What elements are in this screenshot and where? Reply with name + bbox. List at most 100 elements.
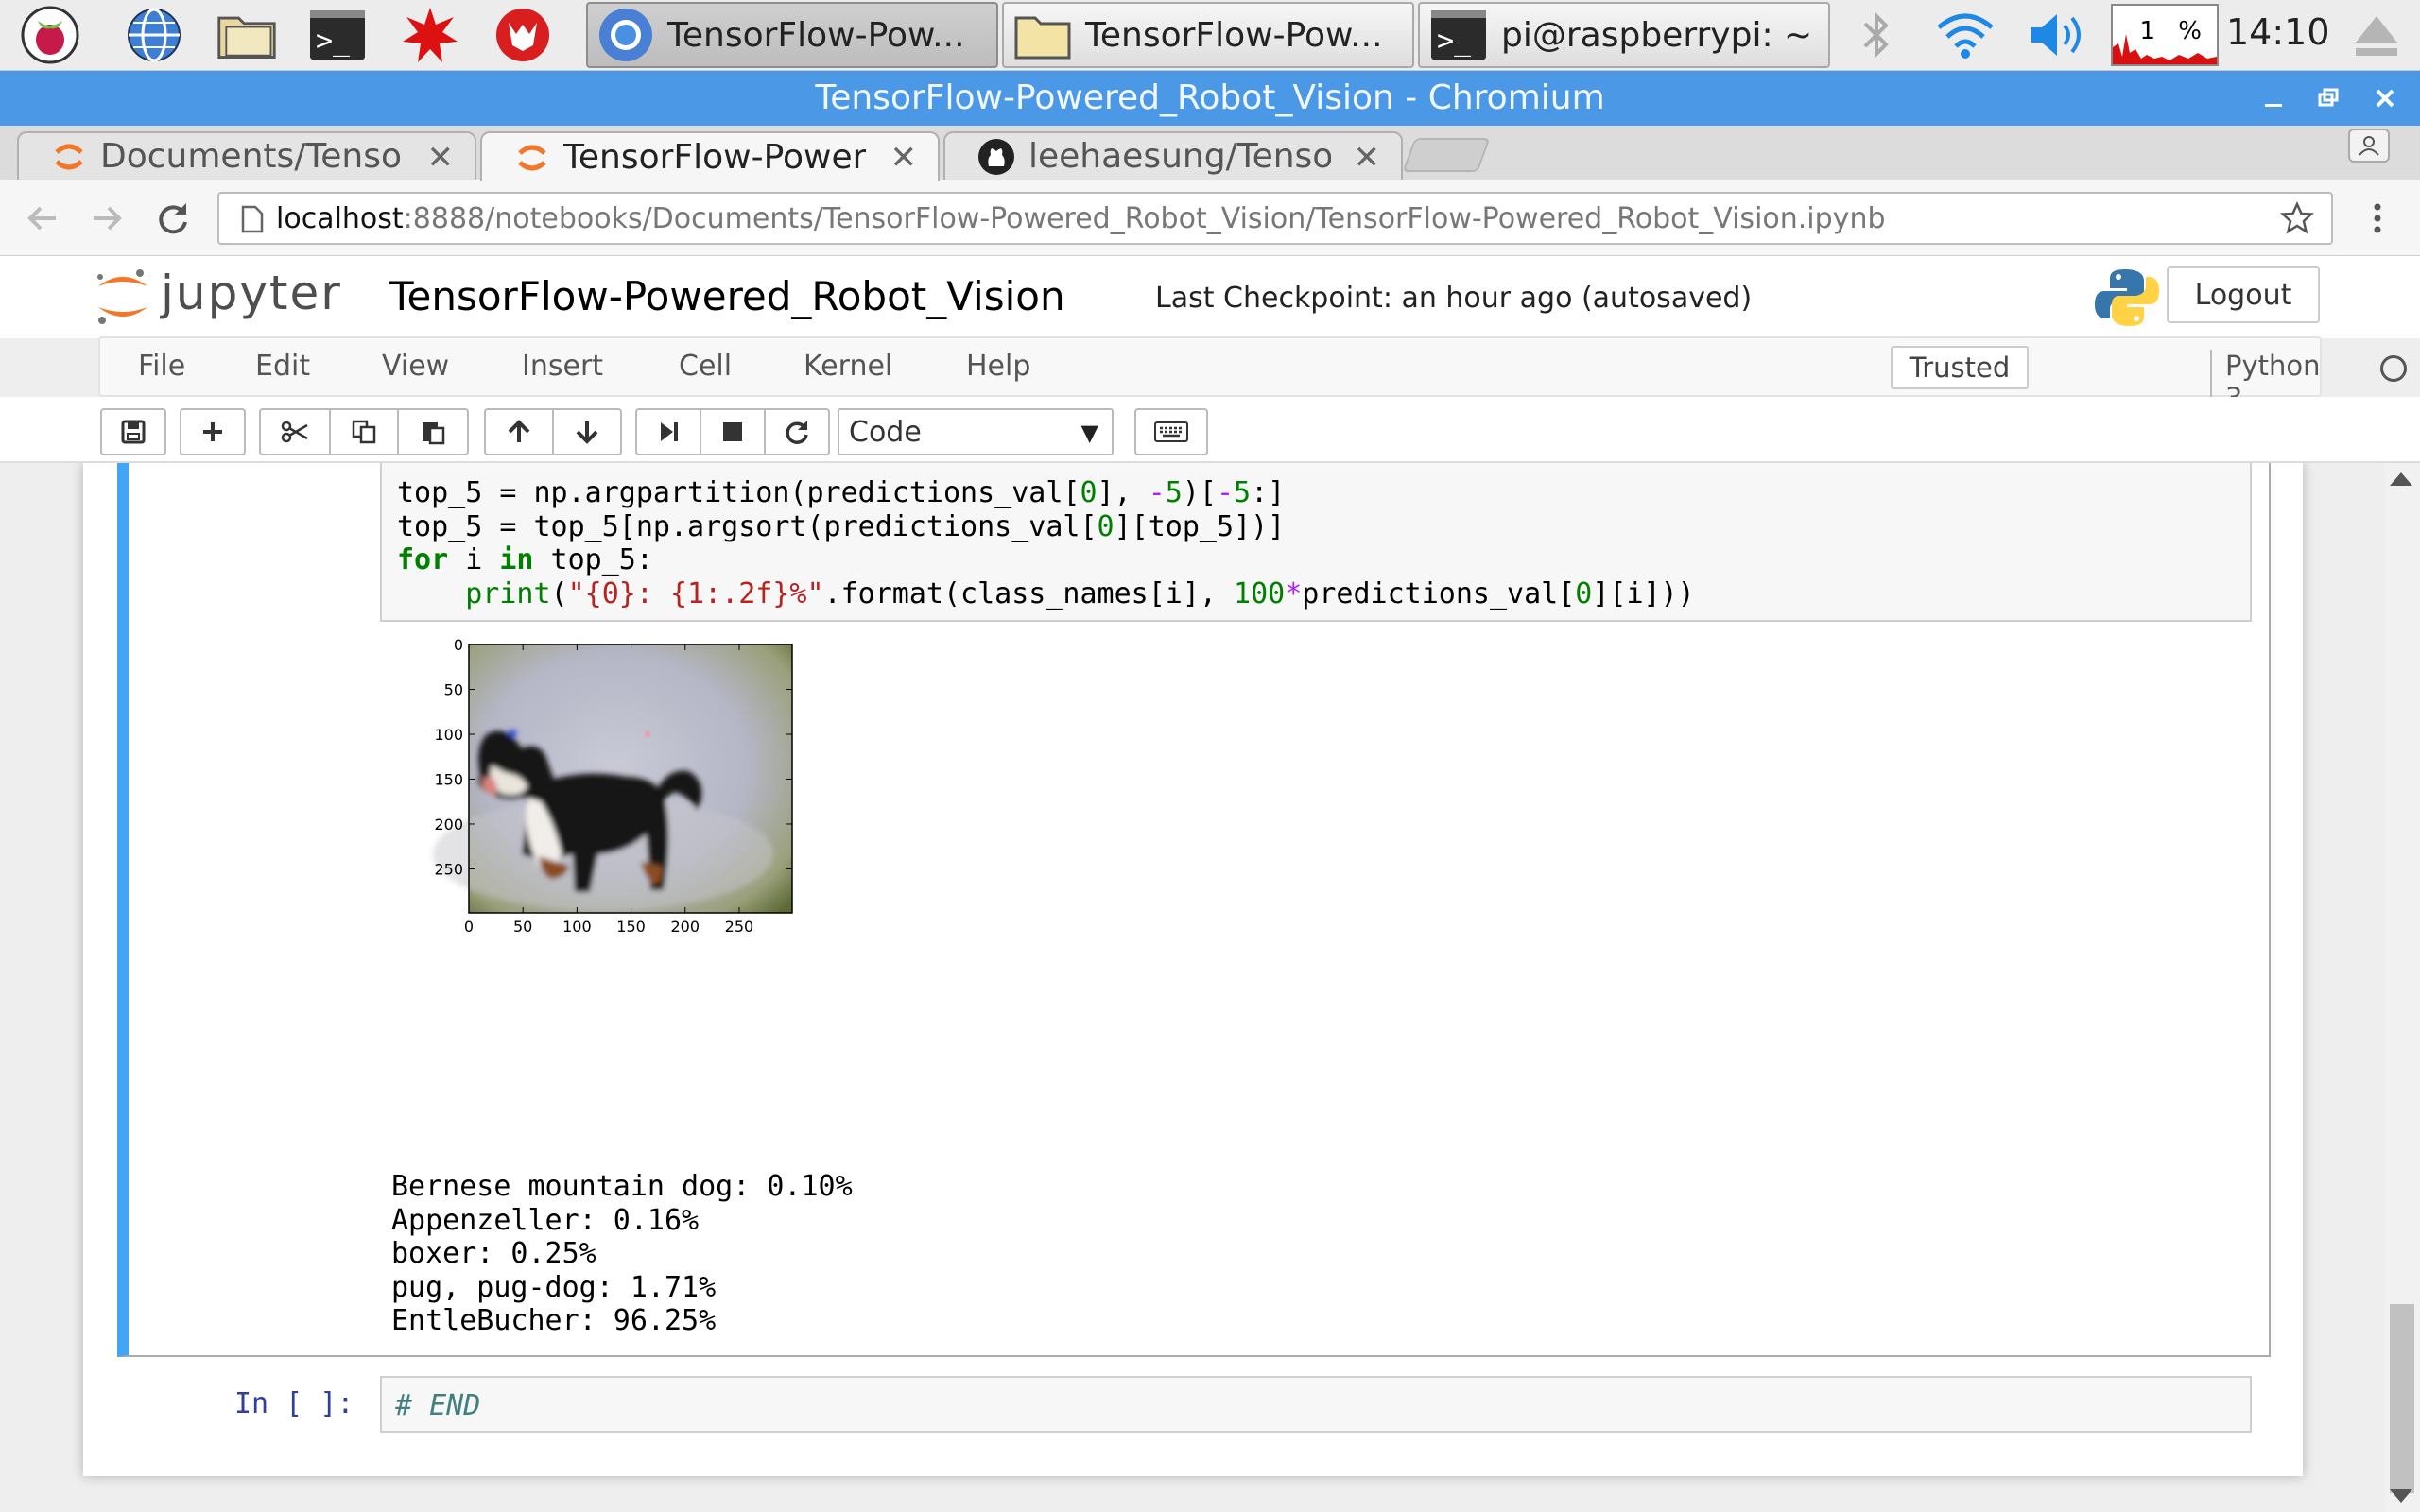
url-host: localhost [276, 201, 404, 235]
window-titlebar[interactable]: TensorFlow-Powered_Robot_Vision - Chromi… [0, 71, 2420, 126]
restart-kernel-button[interactable] [764, 408, 830, 455]
menu-help[interactable]: Help [966, 350, 1030, 383]
folder-icon [1014, 16, 1071, 60]
logout-button[interactable]: Logout [2167, 266, 2320, 323]
address-bar[interactable]: localhost:8888/notebooks/Documents/Tenso… [217, 192, 2333, 245]
jupyter-logo-icon [97, 269, 147, 324]
move-up-button[interactable] [484, 408, 554, 455]
menu-insert[interactable]: Insert [522, 350, 603, 383]
y-tick-label: 100 [434, 726, 463, 744]
tab-github[interactable]: leehaesung/TensorFlow-Powered_Robot_Visi… [943, 131, 1403, 180]
code-editor[interactable]: top_5 = np.argpartition(predictions_val[… [380, 463, 2252, 622]
code-line: for i in top_5: [397, 543, 653, 576]
eject-icon[interactable] [2348, 4, 2405, 66]
notebook-container: top_5 = np.argpartition(predictions_val[… [83, 463, 2303, 1476]
taskbar-window-label: TensorFlow-Pow... [1085, 15, 1383, 55]
notebook-area[interactable]: top_5 = np.argpartition(predictions_val[… [0, 463, 2420, 1512]
copy-button[interactable] [329, 408, 399, 455]
plus-icon [203, 422, 222, 441]
x-tick-label: 250 [725, 918, 754, 936]
empty-code-cell[interactable]: # END [380, 1376, 2252, 1433]
scroll-down-icon[interactable] [2390, 1489, 2412, 1503]
y-tick-label: 250 [434, 860, 463, 878]
menu-kernel[interactable]: Kernel [804, 350, 892, 383]
tab-notebook[interactable]: TensorFlow-Powered_Robot_Vision ✕ [480, 131, 940, 181]
floppy-icon [121, 420, 146, 444]
code-line: top_5 = np.argpartition(predictions_val[… [397, 476, 1286, 509]
tab-documents[interactable]: Documents/TensorFlow-Powered_Robot_Visio… [17, 131, 476, 180]
x-tick-label: 200 [670, 918, 700, 936]
jupyter-logo[interactable]: jupyter [95, 266, 350, 328]
close-tab-icon[interactable]: ✕ [427, 139, 455, 177]
reload-icon[interactable] [147, 193, 199, 244]
x-tick-label: 100 [562, 918, 592, 936]
taskbar-window-chromium[interactable]: TensorFlow-Pow... [586, 2, 998, 68]
restore-icon[interactable] [2305, 75, 2352, 122]
menu-edit[interactable]: Edit [255, 350, 310, 383]
wifi-icon[interactable] [1932, 4, 1998, 66]
profile-icon[interactable] [2348, 129, 2390, 163]
bluetooth-icon[interactable] [1853, 4, 1900, 66]
close-tab-icon[interactable]: ✕ [1354, 139, 1381, 177]
mathematica-icon[interactable] [399, 4, 461, 66]
move-down-button[interactable] [552, 408, 622, 455]
y-tick-label: 200 [434, 816, 463, 833]
x-tick-label: 50 [513, 918, 532, 936]
cpu-monitor[interactable]: 1 % [2111, 4, 2219, 66]
github-icon [978, 138, 1014, 175]
keyboard-icon [1154, 421, 1188, 442]
checkpoint-status: Last Checkpoint: an hour ago (autosaved) [1155, 282, 1753, 315]
trusted-badge[interactable]: Trusted [1891, 346, 2029, 389]
code-line: top_5 = top_5[np.argsort(predictions_val… [397, 509, 1286, 543]
clock[interactable]: 14:10 [2226, 11, 2330, 53]
menu-view[interactable]: View [382, 350, 449, 383]
forward-icon[interactable] [81, 193, 132, 244]
insert-cell-button[interactable] [180, 408, 246, 455]
close-window-icon[interactable] [2361, 75, 2409, 122]
step-forward-icon [661, 422, 678, 441]
python-logo-icon [2093, 267, 2161, 328]
vertical-scrollbar[interactable] [2384, 463, 2420, 1512]
web-browser-icon[interactable] [123, 4, 185, 66]
scroll-up-icon[interactable] [2390, 472, 2412, 486]
svg-text:>_: >_ [1437, 25, 1472, 58]
menu-dots-icon[interactable] [2352, 193, 2403, 244]
wolfram-icon[interactable] [492, 4, 554, 66]
kernel-idle-indicator [2380, 355, 2407, 382]
taskbar-window-label: pi@raspberrypi: ~ [1501, 15, 1813, 55]
back-icon[interactable] [17, 193, 68, 244]
code-content: top_5 = np.argpartition(predictions_val[… [397, 476, 1695, 610]
arrow-down-icon [576, 421, 598, 444]
output-line: pug, pug-dog: 1.71% [391, 1270, 717, 1304]
run-cell-button[interactable] [635, 408, 701, 455]
close-tab-icon[interactable]: ✕ [890, 139, 918, 177]
input-prompt: In [ ]: [234, 1387, 354, 1420]
taskbar-window-file-manager[interactable]: TensorFlow-Pow... [1002, 2, 1414, 68]
cut-button[interactable] [259, 408, 331, 455]
file-manager-icon[interactable] [216, 4, 278, 66]
volume-icon[interactable] [2023, 4, 2095, 66]
tab-label: Documents/TensorFlow-Powered_Robot_Visio… [100, 137, 403, 176]
menu-cell[interactable]: Cell [679, 350, 732, 383]
menu-file[interactable]: File [138, 350, 185, 383]
copy-icon [352, 420, 376, 444]
scrollbar-thumb[interactable] [2390, 1304, 2414, 1493]
browser-toolbar: localhost:8888/notebooks/Documents/Tenso… [0, 180, 2420, 256]
raspberry-menu-icon[interactable] [19, 4, 81, 66]
terminal-icon: >_ [1431, 10, 1486, 60]
paste-icon [423, 422, 445, 445]
interrupt-kernel-button[interactable] [700, 408, 766, 455]
terminal-launcher-icon[interactable]: >_ [306, 4, 369, 66]
chromium-icon [599, 9, 652, 61]
command-palette-button[interactable] [1134, 408, 1208, 455]
cpu-usage-label: 1 % [2139, 17, 2209, 45]
paste-button[interactable] [397, 408, 469, 455]
notebook-name[interactable]: TensorFlow-Powered_Robot_Vision [389, 273, 1065, 319]
save-button[interactable] [100, 408, 166, 455]
cell-type-select[interactable]: Code ▼ [838, 408, 1114, 455]
new-tab-button[interactable] [1402, 138, 1491, 172]
output-line: Bernese mountain dog: 0.10% [391, 1170, 853, 1203]
taskbar-window-terminal[interactable]: >_ pi@raspberrypi: ~ [1418, 2, 1830, 68]
minimize-icon[interactable] [2250, 75, 2297, 122]
bookmark-star-icon[interactable] [2280, 201, 2314, 235]
